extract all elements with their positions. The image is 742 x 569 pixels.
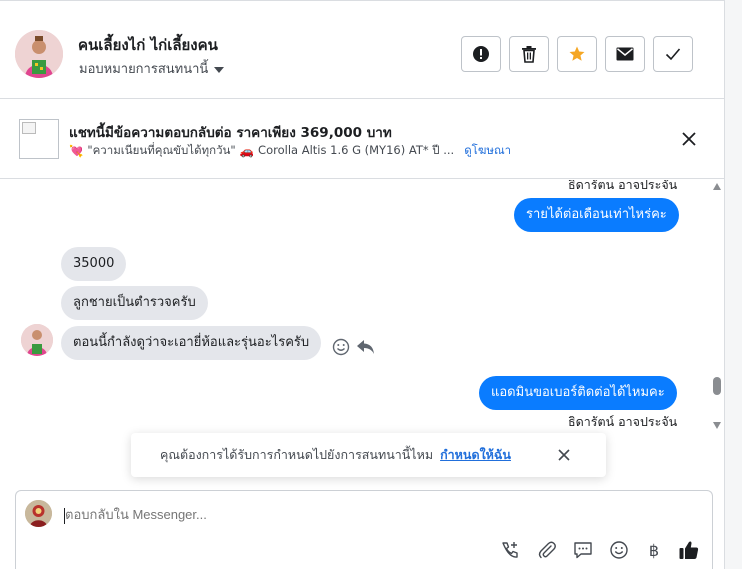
close-icon — [682, 132, 696, 146]
attach-button[interactable] — [536, 539, 558, 561]
message-incoming[interactable]: ตอนนี้กำลังดูว่าจะเอายี่ห้อและรุ่นอะไรคร… — [61, 326, 322, 360]
assign-prompt-text: คุณต้องการได้รับการกำหนดไปยังการสนทนานี้… — [160, 447, 434, 462]
page-avatar — [25, 500, 52, 527]
contact-name[interactable]: คนเลี้ยงไก่ ไก่เลี้ยงคน — [78, 33, 218, 57]
reply-button[interactable] — [356, 338, 376, 356]
currency-button[interactable]: ฿ — [643, 539, 665, 561]
thumbs-up-icon — [679, 541, 699, 559]
ad-thumbnail[interactable] — [19, 119, 59, 159]
smiley-icon — [332, 338, 350, 356]
like-button[interactable] — [678, 539, 700, 561]
emoji-icon — [610, 541, 628, 559]
check-icon — [665, 48, 681, 61]
emoji-button[interactable] — [608, 539, 630, 561]
ad-title: แชทนี้มีข้อความตอบกลับต่อ ราคาเพียง 369,… — [69, 125, 392, 141]
message-incoming[interactable]: 35000 — [61, 247, 127, 281]
side-strip — [725, 0, 742, 569]
saved-replies-icon — [574, 542, 592, 559]
message-outgoing[interactable]: รายได้ต่อเดือนเท่าไหร่คะ — [514, 198, 679, 232]
ad-quote: "ความเนียนที่คุณขับได้ทุกวัน" — [87, 143, 236, 157]
close-icon — [558, 449, 570, 461]
sender-name: ธิดารัตน์ อาจประจัน — [568, 414, 678, 429]
mark-unread-button[interactable] — [605, 36, 645, 72]
alert-icon — [473, 46, 489, 62]
envelope-icon — [616, 47, 634, 61]
reply-composer: ฿ — [15, 490, 713, 569]
star-icon — [569, 46, 585, 61]
heart-emoji: 💘 — [69, 144, 84, 158]
scroll-down-arrow[interactable] — [713, 422, 721, 429]
message-outgoing[interactable]: แอดมินขอเบอร์ติดต่อได้ไหมคะ — [479, 376, 677, 410]
dismiss-prompt-button[interactable] — [557, 448, 571, 462]
ad-context-bar: แชทนี้มีข้อความตอบกลับต่อ ราคาเพียง 369,… — [0, 99, 724, 179]
saved-replies-button[interactable] — [572, 539, 594, 561]
page-photo — [25, 500, 52, 527]
assign-dropdown[interactable]: มอบหมายการสนทนานี้ — [79, 58, 225, 79]
scroll-up-arrow[interactable] — [713, 183, 721, 190]
ad-car-text: Corolla Altis 1.6 G (MY16) AT* ปี ... — [258, 143, 455, 157]
reply-icon — [357, 340, 374, 354]
message-incoming[interactable]: ลูกชายเป็นตำรวจครับ — [61, 286, 208, 320]
call-add-icon — [502, 542, 518, 558]
view-ad-link[interactable]: ดูโฆษณา — [464, 142, 511, 160]
delete-button[interactable] — [509, 36, 549, 72]
mark-done-button[interactable] — [653, 36, 693, 72]
reply-input[interactable] — [65, 507, 241, 522]
assign-label: มอบหมายการสนทนานี้ — [79, 62, 209, 77]
assign-prompt: คุณต้องการได้รับการกำหนดไปยังการสนทนานี้… — [131, 433, 606, 477]
currency-icon: ฿ — [648, 540, 660, 560]
conversation-header: คนเลี้ยงไก่ ไก่เลี้ยงคน มอบหมายการสนทนาน… — [0, 0, 724, 99]
react-button[interactable] — [332, 338, 350, 356]
attachment-icon — [538, 541, 556, 559]
scrollbar-thumb[interactable] — [713, 377, 721, 395]
broken-image-icon — [22, 122, 36, 134]
chevron-down-icon — [214, 66, 225, 73]
call-button[interactable] — [499, 539, 521, 561]
sender-name: ธิดารัตน อาจประจัน — [568, 180, 678, 192]
contact-photo — [15, 30, 63, 78]
trash-icon — [522, 46, 536, 63]
assign-to-me-link[interactable]: กำหนดให้ฉัน — [440, 445, 511, 465]
contact-avatar[interactable] — [15, 30, 63, 78]
contact-photo-small — [21, 324, 53, 356]
ad-subtitle: 💘 "ความเนียนที่คุณขับได้ทุกวัน" 🚗 Coroll… — [69, 142, 511, 160]
mark-spam-button[interactable] — [461, 36, 501, 72]
contact-avatar-small — [21, 324, 53, 356]
close-ad-bar-button[interactable] — [678, 128, 700, 150]
star-button[interactable] — [557, 36, 597, 72]
car-emoji: 🚗 — [239, 144, 255, 158]
